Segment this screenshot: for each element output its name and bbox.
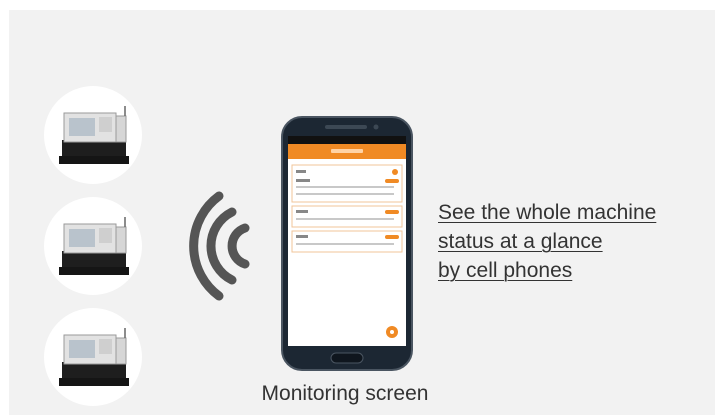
headline-line-2: status at a glance [438, 230, 603, 253]
cnc-machine-icon [59, 106, 129, 164]
machine-1 [44, 86, 142, 184]
caption: Monitoring screen [261, 382, 429, 405]
headline-line-3: by cell phones [438, 259, 573, 282]
machine-3 [44, 308, 142, 406]
wireless-signal-icon [189, 191, 250, 301]
headline: See the whole machine status at a glance… [438, 198, 713, 285]
headline-line-1: See the whole machine [438, 201, 657, 224]
machine-2 [44, 197, 142, 295]
cnc-machine-icon [59, 217, 129, 275]
cnc-machine-icon [59, 328, 129, 386]
smartphone-icon [281, 116, 413, 371]
